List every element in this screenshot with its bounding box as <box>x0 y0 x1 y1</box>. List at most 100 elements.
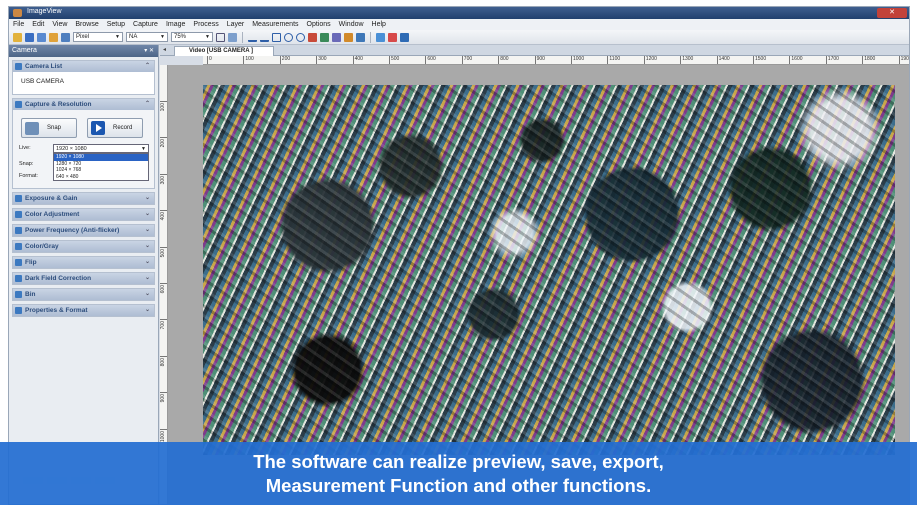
chevron-down-icon[interactable]: ⌄ <box>145 225 150 236</box>
toolbar: Pixel ▼ NA ▼ 75% ▼ <box>9 30 909 45</box>
zoom-select-value: 75% <box>174 34 187 40</box>
menu-help[interactable]: Help <box>372 21 386 28</box>
vertical-ruler: 100 200 300 400 500 600 700 800 900 1000 <box>160 65 168 504</box>
chevron-down-icon[interactable]: ⌄ <box>145 193 150 204</box>
menu-setup[interactable]: Setup <box>107 21 125 28</box>
properties-format-section[interactable]: Properties & Format ⌄ <box>12 304 155 317</box>
record-button[interactable]: Record <box>87 118 143 138</box>
flip-header[interactable]: Flip ⌄ <box>13 257 154 268</box>
bin-section[interactable]: Bin ⌄ <box>12 288 155 301</box>
chevron-down-icon[interactable]: ⌄ <box>145 305 150 316</box>
menu-window[interactable]: Window <box>339 21 364 28</box>
chevron-up-icon[interactable]: ⌃ <box>145 99 150 110</box>
chevron-up-icon[interactable]: ⌃ <box>145 61 150 72</box>
layer-icon[interactable] <box>376 32 385 42</box>
line-tool-icon[interactable] <box>248 33 257 42</box>
menu-browse[interactable]: Browse <box>75 21 98 28</box>
ellipse-tool-icon[interactable] <box>296 32 305 42</box>
exposure-gain-header[interactable]: Exposure & Gain ⌄ <box>13 193 154 204</box>
ruler-tick-label: 1600 <box>791 56 803 62</box>
export-icon[interactable] <box>400 32 409 42</box>
pointer-icon[interactable] <box>228 32 237 42</box>
tab-scroll-left-icon[interactable]: ◂ <box>163 46 166 53</box>
power-frequency-header[interactable]: Power Frequency (Anti-flicker) ⌄ <box>13 225 154 236</box>
text-tool-icon[interactable] <box>332 32 341 42</box>
menu-view[interactable]: View <box>52 21 67 28</box>
angle-tool-icon[interactable] <box>308 32 317 42</box>
ruler-tick-label: 1100 <box>609 56 621 62</box>
ruler-tick-label: 900 <box>536 56 545 62</box>
pin-icon[interactable]: ▾ ✕ <box>144 45 154 57</box>
image-canvas[interactable] <box>168 65 909 504</box>
folder-icon[interactable] <box>49 32 58 42</box>
ruler-tick <box>534 56 536 64</box>
menu-bar: File Edit View Browse Setup Capture Imag… <box>9 19 909 30</box>
microscope-live-image[interactable] <box>203 85 895 455</box>
ruler-tick <box>160 173 167 175</box>
ruler-tick <box>825 56 827 64</box>
menu-edit[interactable]: Edit <box>32 21 44 28</box>
na-select[interactable]: NA ▼ <box>126 32 168 42</box>
chevron-down-icon[interactable]: ⌄ <box>145 273 150 284</box>
circle-tool-icon[interactable] <box>284 32 293 42</box>
dark-field-header[interactable]: Dark Field Correction ⌄ <box>13 273 154 284</box>
chevron-down-icon[interactable]: ⌄ <box>145 289 150 300</box>
properties-format-header[interactable]: Properties & Format ⌄ <box>13 305 154 316</box>
menu-measurements[interactable]: Measurements <box>252 21 298 28</box>
resolution-option[interactable]: 640 × 480 <box>54 174 148 181</box>
menu-layer[interactable]: Layer <box>227 21 245 28</box>
grid-icon[interactable] <box>61 32 70 42</box>
color-adjustment-section[interactable]: Color Adjustment ⌄ <box>12 208 155 221</box>
snap-button[interactable]: Snap <box>21 118 77 138</box>
scale-bar-icon[interactable] <box>356 32 365 42</box>
menu-file[interactable]: File <box>13 21 24 28</box>
open-icon[interactable] <box>13 32 22 42</box>
camera-panel-header: Camera ▾ ✕ <box>9 45 158 57</box>
dark-field-section[interactable]: Dark Field Correction ⌄ <box>12 272 155 285</box>
snap-button-label: Snap <box>47 125 62 131</box>
bin-header[interactable]: Bin ⌄ <box>13 289 154 300</box>
camera-list-header[interactable]: Camera List ⌃ <box>13 61 154 72</box>
menu-image[interactable]: Image <box>166 21 185 28</box>
color-adjustment-header[interactable]: Color Adjustment ⌄ <box>13 209 154 220</box>
tab-video-usb-camera[interactable]: Video [USB CAMERA ] <box>174 46 275 56</box>
camera-list-item[interactable]: USB CAMERA <box>21 78 64 85</box>
arrow-tool-icon[interactable] <box>344 32 353 42</box>
ruler-tick <box>207 56 208 64</box>
chevron-down-icon[interactable]: ⌄ <box>145 257 150 268</box>
camera-panel-title: Camera <box>12 47 37 54</box>
calibrate-icon[interactable] <box>388 32 397 42</box>
ruler-tick-label: 400 <box>160 212 166 221</box>
capture-icon <box>15 101 22 108</box>
rectangle-tool-icon[interactable] <box>272 32 281 42</box>
save-icon[interactable] <box>25 32 34 42</box>
color-gray-icon <box>15 243 22 250</box>
save-all-icon[interactable] <box>37 32 46 42</box>
menu-options[interactable]: Options <box>307 21 331 28</box>
color-gray-section[interactable]: Color/Gray ⌄ <box>12 240 155 253</box>
live-resolution-select[interactable]: 1920 × 1080 ▼ <box>53 144 149 153</box>
chevron-down-icon[interactable]: ⌄ <box>145 241 150 252</box>
power-frequency-section[interactable]: Power Frequency (Anti-flicker) ⌄ <box>12 224 155 237</box>
polyline-tool-icon[interactable] <box>260 33 269 42</box>
ruler-tick-label: 800 <box>500 56 509 62</box>
flip-section[interactable]: Flip ⌄ <box>12 256 155 269</box>
capture-header[interactable]: Capture & Resolution ⌃ <box>13 99 154 110</box>
caption-line-1: The software can realize preview, save, … <box>253 451 664 472</box>
zoom-select[interactable]: 75% ▼ <box>171 32 213 42</box>
horizontal-ruler: 0 100 200 300 400 500 600 700 800 900 1000 1100 1200… <box>203 56 909 65</box>
ruler-tick-label: 200 <box>281 56 291 62</box>
color-icon <box>15 211 22 218</box>
bin-title: Bin <box>25 291 36 298</box>
polygon-tool-icon[interactable] <box>320 32 329 42</box>
color-gray-header[interactable]: Color/Gray ⌄ <box>13 241 154 252</box>
close-button[interactable]: ✕ <box>877 8 907 18</box>
chevron-down-icon[interactable]: ⌄ <box>145 209 150 220</box>
ruler-tick <box>607 56 609 64</box>
menu-capture[interactable]: Capture <box>133 21 158 28</box>
unit-select[interactable]: Pixel ▼ <box>73 32 123 42</box>
menu-process[interactable]: Process <box>193 21 218 28</box>
exposure-gain-section[interactable]: Exposure & Gain ⌄ <box>12 192 155 205</box>
ruler-tick-label: 700 <box>463 56 473 62</box>
select-rect-icon[interactable] <box>216 32 225 42</box>
